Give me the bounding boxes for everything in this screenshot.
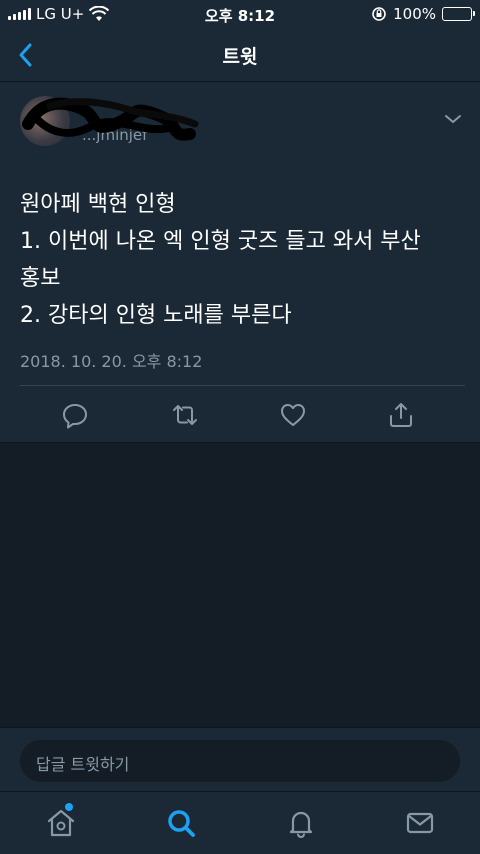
battery-percent: 100% [393, 5, 436, 23]
reply-input[interactable]: 답글 트윗하기 [20, 740, 460, 782]
tweet-line: 2. 강타의 인형 노래를 부른다 [20, 303, 292, 328]
redaction-scribble [22, 97, 199, 141]
status-right: 100% [371, 5, 475, 23]
tweet-timestamp: 2018. 10. 20. 오후 8:12 [20, 352, 203, 371]
notification-dot [65, 803, 73, 811]
nav-bar: 트윗 [0, 28, 480, 82]
tweet-line: 원아페 백현 인형 [20, 192, 176, 217]
notifications-icon[interactable] [284, 806, 318, 840]
tweet-actions [0, 386, 480, 442]
battery-icon [442, 7, 475, 21]
reply-bar: 답글 트윗하기 [0, 727, 480, 791]
reply-icon[interactable] [60, 400, 90, 430]
share-icon[interactable] [386, 400, 416, 430]
page-title: 트윗 [222, 46, 258, 68]
tweet-detail: ...jminjef 원아페 백현 인형 1. 이번에 나온 엑 인형 굿즈 들… [0, 82, 480, 443]
search-icon[interactable] [164, 806, 198, 840]
tweet-line: 홍보 [20, 266, 61, 291]
retweet-icon[interactable] [170, 400, 200, 430]
empty-content-area [0, 443, 480, 727]
tweet-line: 1. 이번에 나온 엑 인형 굿즈 들고 와서 부산 [20, 229, 421, 254]
like-icon[interactable] [278, 400, 308, 430]
orientation-lock-icon [372, 7, 386, 21]
messages-icon[interactable] [403, 806, 437, 840]
status-bar: LG U+ 오후 8:12 100% [0, 0, 480, 28]
tab-bar [0, 791, 480, 854]
home-icon[interactable] [44, 806, 78, 840]
chevron-down-icon[interactable] [440, 110, 466, 128]
tweet-text: 원아페 백현 인형 1. 이번에 나온 엑 인형 굿즈 들고 와서 부산 홍보 … [20, 186, 468, 334]
